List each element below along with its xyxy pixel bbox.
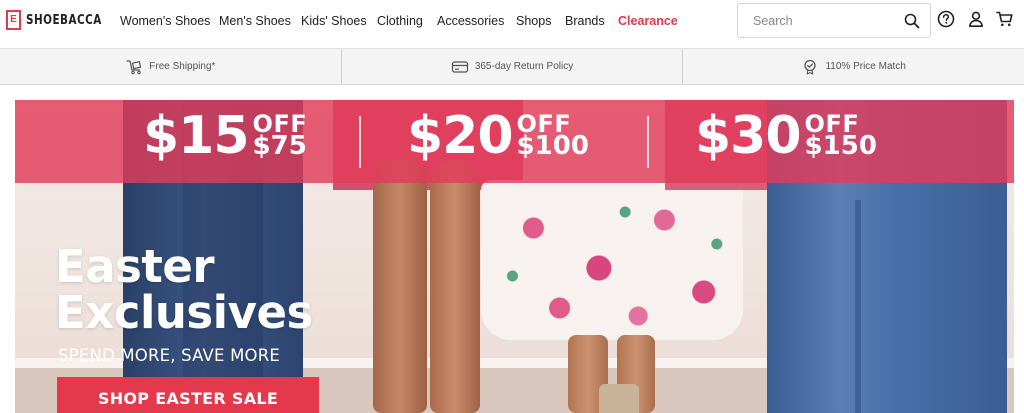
benefit-label: 365-day Return Policy <box>474 61 574 72</box>
site-header: E SHOEBACCA Women's Shoes Men's Shoes Ki… <box>0 0 1024 46</box>
sandal <box>599 384 639 413</box>
benefit-label: Free Shipping* <box>149 61 216 72</box>
cart-icon[interactable] <box>996 10 1014 28</box>
benefit-return-policy[interactable]: 365-day Return Policy <box>342 49 684 84</box>
offer-threshold: OFF $75 <box>252 112 308 162</box>
offer-amount: $30 <box>695 106 802 166</box>
free-shipping-icon <box>126 59 142 74</box>
search-input[interactable] <box>738 4 888 37</box>
nav-clearance[interactable]: Clearance <box>618 14 678 28</box>
offer-threshold: OFF $100 <box>516 112 589 162</box>
hero-title-line-2: Exclusives <box>55 286 313 339</box>
account-icon[interactable] <box>967 10 985 28</box>
leg <box>373 160 427 413</box>
offer-threshold: OFF $150 <box>804 112 877 162</box>
nav-clothing[interactable]: Clothing <box>377 14 437 28</box>
logo-text: SHOEBACCA <box>26 12 102 28</box>
shop-easter-sale-button[interactable]: SHOP EASTER SALE <box>57 377 319 413</box>
benefit-price-match[interactable]: 110% Price Match <box>683 49 1024 84</box>
floral-dress <box>481 180 743 340</box>
nav-brands[interactable]: Brands <box>565 14 618 28</box>
benefit-label: 110% Price Match <box>825 61 906 72</box>
nav-accessories[interactable]: Accessories <box>437 14 516 28</box>
offer-minimum: $150 <box>804 131 877 162</box>
benefit-free-shipping[interactable]: Free Shipping* <box>0 49 342 84</box>
offer-amount: $20 <box>407 106 514 166</box>
price-match-icon <box>804 59 817 75</box>
hero-banner[interactable]: $15 OFF $75 $20 OFF $100 $30 OFF $150 Ea… <box>15 100 1014 413</box>
search-box <box>737 3 931 38</box>
logo-mark: E <box>6 10 21 30</box>
nav-kids-shoes[interactable]: Kids' Shoes <box>301 14 377 28</box>
search-icon[interactable] <box>904 13 920 29</box>
main-nav: Women's Shoes Men's Shoes Kids' Shoes Cl… <box>120 14 678 28</box>
hero-title-line-1: Easter <box>55 240 215 293</box>
card-return-icon <box>451 60 468 73</box>
jeans-leg-gap <box>855 200 861 413</box>
offer-minimum: $100 <box>516 131 589 162</box>
offer-divider <box>647 116 649 168</box>
offer-divider <box>359 116 361 168</box>
help-icon[interactable] <box>937 10 955 28</box>
site-logo[interactable]: E SHOEBACCA <box>6 10 121 30</box>
nav-shops[interactable]: Shops <box>516 14 565 28</box>
offer-tier-2: $20 OFF $100 <box>407 110 589 162</box>
hero-subtitle: SPEND MORE, SAVE MORE <box>58 346 281 365</box>
offer-tier-3: $30 OFF $150 <box>695 110 877 162</box>
offer-amount: $15 <box>143 106 250 166</box>
benefits-bar: Free Shipping* 365-day Return Policy 110… <box>0 48 1024 85</box>
nav-womens-shoes[interactable]: Women's Shoes <box>120 14 219 28</box>
nav-mens-shoes[interactable]: Men's Shoes <box>219 14 301 28</box>
offer-tier-1: $15 OFF $75 <box>143 110 307 162</box>
offer-minimum: $75 <box>252 131 307 162</box>
promo-offers-band: $15 OFF $75 $20 OFF $100 $30 OFF $150 <box>15 100 1014 183</box>
hero-title: Easter Exclusives <box>55 244 313 336</box>
leg <box>430 160 480 413</box>
